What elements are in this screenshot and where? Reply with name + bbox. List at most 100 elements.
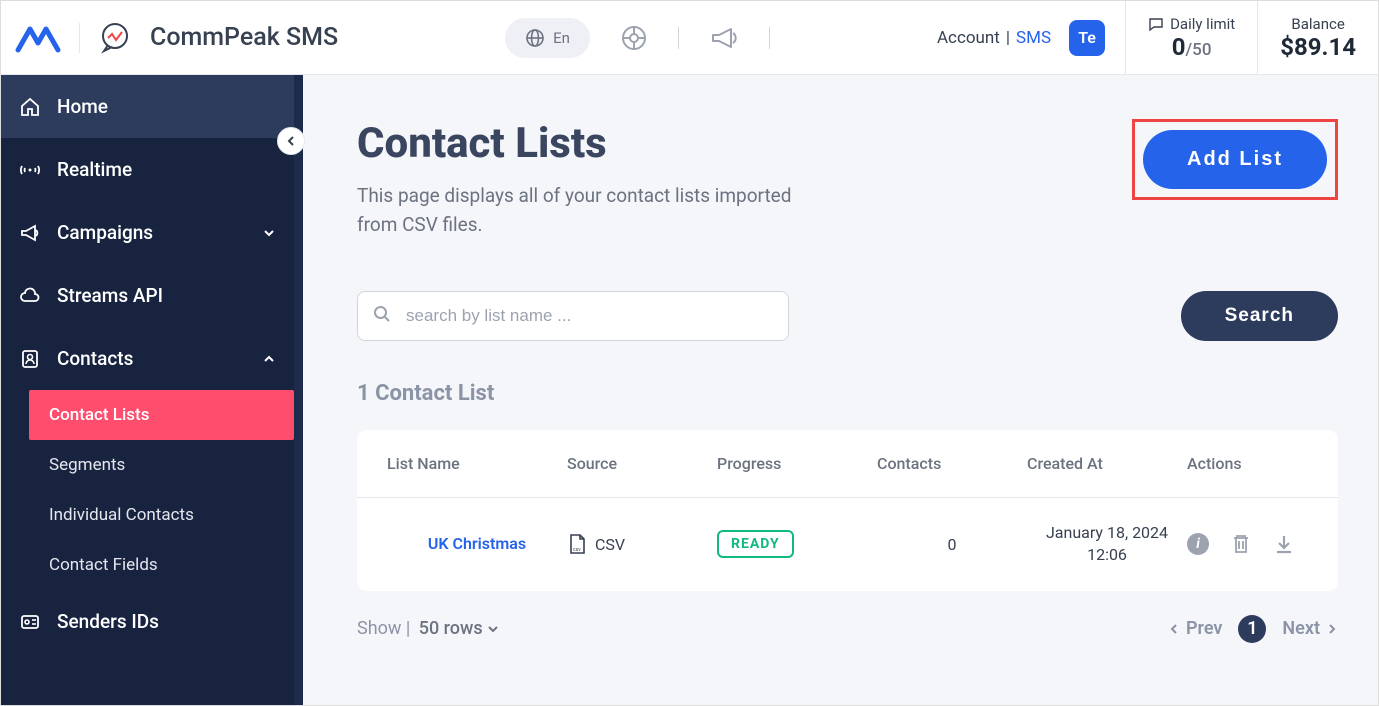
- divider: [769, 27, 770, 49]
- page-title: Contact Lists: [357, 119, 817, 168]
- divider: [678, 27, 679, 49]
- title-row: Contact Lists This page displays all of …: [357, 119, 1338, 239]
- chevron-down-icon: [262, 226, 276, 240]
- table-row: UK Christmas csv CSV READY 0 January 18,…: [357, 498, 1338, 591]
- main-content: Contact Lists This page displays all of …: [303, 75, 1378, 705]
- logo-area[interactable]: CommPeak SMS: [15, 21, 338, 55]
- account-label: Account: [937, 28, 1000, 48]
- search-button[interactable]: Search: [1181, 291, 1338, 341]
- megaphone-icon: [19, 222, 41, 244]
- chevron-right-icon: [1326, 623, 1338, 635]
- th-source: Source: [567, 454, 717, 473]
- table-header: List Name Source Progress Contacts Creat…: [357, 430, 1338, 498]
- balance-value: $89.14: [1280, 33, 1356, 61]
- th-created: Created At: [1027, 454, 1187, 473]
- sidebar-item-senders[interactable]: Senders IDs: [1, 590, 294, 653]
- chevron-left-icon: [1168, 623, 1180, 635]
- layout: Home Realtime Campaigns Streams API Cont…: [1, 75, 1378, 705]
- sidebar-item-label: Streams API: [57, 284, 163, 307]
- sidebar-item-label: Campaigns: [57, 221, 153, 244]
- sidebar-item-label: Home: [57, 95, 108, 118]
- th-name: List Name: [387, 454, 567, 473]
- contacts-table: List Name Source Progress Contacts Creat…: [357, 430, 1338, 591]
- sidebar-sub-segments[interactable]: Segments: [29, 440, 294, 490]
- th-progress: Progress: [717, 454, 877, 473]
- list-name-link[interactable]: UK Christmas: [387, 533, 567, 555]
- globe-icon: [525, 28, 545, 48]
- page-number[interactable]: 1: [1238, 615, 1266, 643]
- list-count: 1 Contact List: [357, 381, 1338, 406]
- trash-icon[interactable]: [1231, 533, 1251, 555]
- signal-icon: [19, 159, 41, 181]
- svg-text:csv: csv: [573, 547, 581, 553]
- app-title: CommPeak SMS: [150, 23, 338, 52]
- th-actions: Actions: [1187, 454, 1367, 473]
- search-input[interactable]: [357, 291, 789, 341]
- csv-file-icon: csv: [567, 533, 587, 555]
- sidebar-item-realtime[interactable]: Realtime: [1, 138, 294, 201]
- chat-bubble-icon: [1148, 16, 1164, 32]
- prev-button[interactable]: Prev: [1168, 618, 1222, 639]
- avatar[interactable]: Te: [1069, 20, 1105, 56]
- actions-cell: i: [1187, 533, 1367, 555]
- sidebar: Home Realtime Campaigns Streams API Cont…: [1, 75, 303, 705]
- header-center: En: [338, 18, 937, 58]
- ready-badge: READY: [717, 530, 794, 558]
- title-block: Contact Lists This page displays all of …: [357, 119, 817, 239]
- contacts-cell: 0: [877, 535, 1027, 554]
- search-icon: [373, 305, 391, 327]
- search-row: Search: [357, 291, 1338, 341]
- account-sep: |: [1006, 28, 1010, 48]
- download-icon[interactable]: [1273, 533, 1295, 555]
- rows-selector[interactable]: 50 rows: [419, 618, 499, 639]
- search-box: [357, 291, 789, 341]
- daily-limit-box: Daily limit 0/50: [1125, 1, 1257, 74]
- sidebar-inner: Home Realtime Campaigns Streams API Cont…: [1, 75, 294, 705]
- cloud-icon: [19, 285, 41, 307]
- sidebar-sub-individual[interactable]: Individual Contacts: [29, 490, 294, 540]
- daily-limit-value: 0/50: [1172, 33, 1212, 61]
- info-icon[interactable]: i: [1187, 533, 1209, 555]
- add-list-button[interactable]: Add List: [1143, 130, 1327, 189]
- source-cell: csv CSV: [567, 533, 717, 555]
- sidebar-item-contacts[interactable]: Contacts: [1, 327, 294, 390]
- sidebar-item-label: Contacts: [57, 347, 133, 370]
- balance-box: Balance $89.14: [1257, 1, 1378, 74]
- contacts-submenu: Contact Lists Segments Individual Contac…: [1, 390, 294, 590]
- sidebar-sub-contact-lists[interactable]: Contact Lists: [29, 390, 294, 440]
- sidebar-item-label: Realtime: [57, 158, 132, 181]
- home-icon: [19, 96, 41, 118]
- chat-icon: [98, 21, 132, 55]
- sidebar-item-campaigns[interactable]: Campaigns: [1, 201, 294, 264]
- account-sms-link[interactable]: SMS: [1016, 28, 1051, 48]
- sidebar-collapse-button[interactable]: [277, 127, 305, 155]
- sidebar-sub-fields[interactable]: Contact Fields: [29, 540, 294, 590]
- balance-label: Balance: [1291, 15, 1344, 33]
- contacts-icon: [19, 348, 41, 370]
- id-icon: [19, 611, 41, 633]
- chevron-up-icon: [262, 352, 276, 366]
- divider: [79, 23, 80, 53]
- pagination: Show | 50 rows Prev 1 Next: [357, 615, 1338, 643]
- header-right: Account | SMS Te Daily limit 0/50 Balanc…: [937, 1, 1378, 74]
- sidebar-item-label: Senders IDs: [57, 610, 159, 633]
- sidebar-item-home[interactable]: Home: [1, 75, 294, 138]
- th-contacts: Contacts: [877, 454, 1027, 473]
- pager-nav: Prev 1 Next: [1168, 615, 1338, 643]
- daily-limit-label: Daily limit: [1148, 15, 1235, 33]
- add-list-highlight: Add List: [1132, 119, 1338, 200]
- logo-icon: [15, 23, 61, 53]
- language-label: En: [553, 29, 570, 47]
- show-label: Show: [357, 618, 401, 639]
- next-button[interactable]: Next: [1282, 618, 1338, 639]
- chevron-down-icon: [487, 623, 499, 635]
- chevron-left-icon: [285, 135, 297, 147]
- divider: |: [401, 618, 414, 639]
- megaphone-icon[interactable]: [709, 23, 739, 53]
- help-icon[interactable]: [620, 24, 648, 52]
- created-cell: January 18, 2024 12:06: [1027, 522, 1187, 567]
- account-link-block: Account | SMS: [937, 28, 1051, 48]
- app-header: CommPeak SMS En Account | SMS Te Daily l…: [1, 1, 1378, 75]
- language-selector[interactable]: En: [505, 18, 590, 58]
- sidebar-item-streams[interactable]: Streams API: [1, 264, 294, 327]
